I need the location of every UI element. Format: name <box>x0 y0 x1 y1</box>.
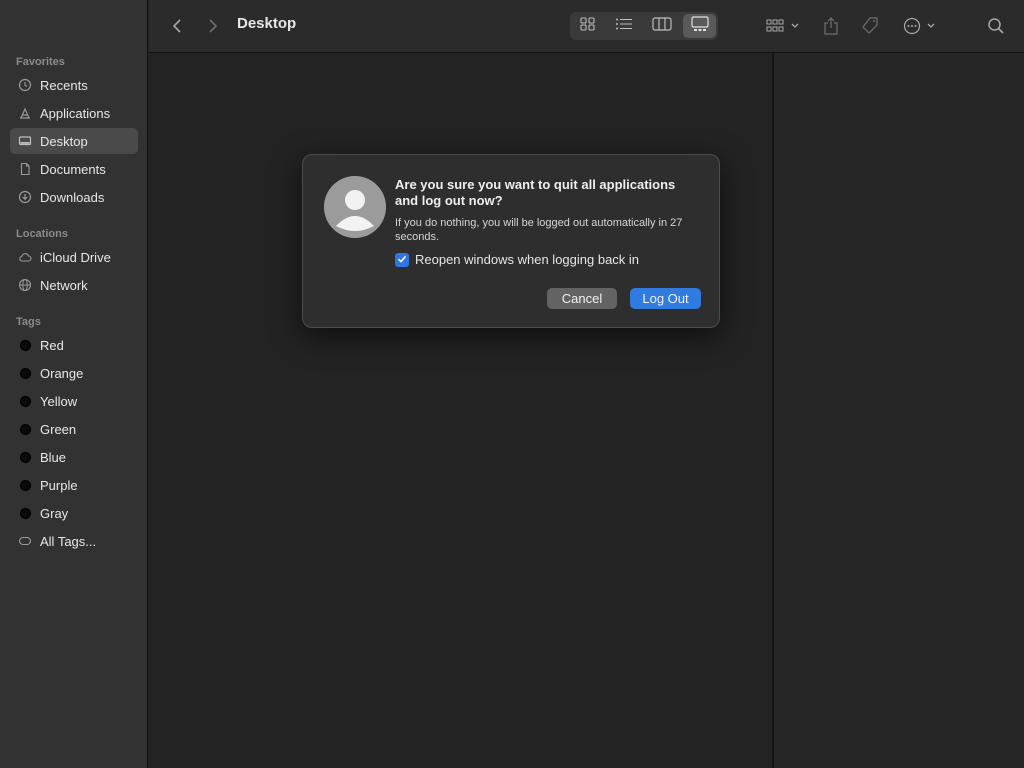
window-title: Desktop <box>237 15 297 32</box>
checkmark-icon <box>397 252 407 267</box>
search-button[interactable] <box>985 12 1007 40</box>
sidebar-item-label: Green <box>40 421 77 437</box>
tag-dot-icon <box>18 478 32 492</box>
view-mode-group <box>570 12 718 40</box>
sidebar-item-tag-red[interactable]: Red <box>10 332 138 358</box>
sidebar-item-label: Documents <box>40 161 106 177</box>
sidebar-item-downloads[interactable]: Downloads <box>10 184 138 210</box>
share-button[interactable] <box>819 12 843 40</box>
globe-icon <box>18 278 32 292</box>
sidebar-item-tag-yellow[interactable]: Yellow <box>10 388 138 414</box>
sidebar-item-all-tags[interactable]: All Tags... <box>10 528 138 554</box>
sidebar-item-label: Yellow <box>40 393 78 409</box>
clock-icon <box>18 78 32 92</box>
column-view-button[interactable] <box>644 12 680 40</box>
dialog-message: If you do nothing, you will be logged ou… <box>395 217 683 243</box>
tag-dot-icon <box>18 450 32 464</box>
chevron-right-icon <box>208 18 218 34</box>
sidebar-item-label: Network <box>40 277 88 293</box>
checkbox-label: Reopen windows when logging back in <box>415 252 640 267</box>
cloud-icon <box>18 250 32 264</box>
tag-dot-icon <box>18 394 32 408</box>
share-icon <box>823 16 839 36</box>
sidebar: Favorites Recents Applications Desktop D… <box>0 0 148 768</box>
group-by-button[interactable] <box>763 12 803 40</box>
tag-dot-icon <box>18 366 32 380</box>
sidebar-item-label: Purple <box>40 477 78 493</box>
sidebar-item-applications[interactable]: Applications <box>10 100 138 126</box>
sidebar-item-tag-blue[interactable]: Blue <box>10 444 138 470</box>
tag-button[interactable] <box>858 12 882 40</box>
sidebar-item-label: Blue <box>40 449 67 465</box>
columns-icon <box>652 16 672 36</box>
sidebar-section-tags: Tags <box>16 316 41 328</box>
sidebar-item-label: Red <box>40 337 64 353</box>
sidebar-item-network[interactable]: Network <box>10 272 138 298</box>
sidebar-item-label: Gray <box>40 505 69 521</box>
forward-button[interactable] <box>203 12 223 40</box>
tag-dot-icon <box>18 422 32 436</box>
sidebar-item-label: All Tags... <box>40 533 97 549</box>
reopen-windows-checkbox[interactable] <box>395 252 409 267</box>
sidebar-item-desktop[interactable]: Desktop <box>10 128 138 154</box>
more-icon <box>902 17 938 35</box>
sidebar-item-tag-orange[interactable]: Orange <box>10 360 138 386</box>
sidebar-item-label: Downloads <box>40 189 105 205</box>
tag-icon <box>860 16 880 36</box>
reopen-windows-option[interactable]: Reopen windows when logging back in <box>395 252 639 267</box>
grid-icon <box>580 16 596 36</box>
sidebar-item-icloud-drive[interactable]: iCloud Drive <box>10 244 138 270</box>
applications-icon <box>18 106 32 120</box>
action-menu-button[interactable] <box>901 12 939 40</box>
sidebar-item-label: Desktop <box>40 133 88 149</box>
tag-dot-icon <box>18 506 32 520</box>
desktop-icon <box>18 134 32 148</box>
download-icon <box>18 190 32 204</box>
search-icon <box>987 17 1005 35</box>
list-view-button[interactable] <box>606 12 642 40</box>
gallery-icon <box>690 15 709 37</box>
chevron-left-icon <box>172 18 182 34</box>
log-out-button[interactable]: Log Out <box>630 288 701 309</box>
sidebar-item-label: Recents <box>40 77 88 93</box>
preview-pane <box>774 53 1024 768</box>
logout-dialog: Are you sure you want to quit all applic… <box>302 154 720 328</box>
sidebar-item-tag-purple[interactable]: Purple <box>10 472 138 498</box>
gallery-view-button[interactable] <box>683 14 716 38</box>
sidebar-item-documents[interactable]: Documents <box>10 156 138 182</box>
sidebar-item-label: iCloud Drive <box>40 249 111 265</box>
sidebar-item-label: Applications <box>40 105 111 121</box>
group-grid-icon <box>765 18 801 34</box>
back-button[interactable] <box>167 12 187 40</box>
icon-view-button[interactable] <box>570 12 606 40</box>
user-avatar-icon <box>324 176 386 238</box>
document-icon <box>18 162 32 176</box>
cancel-button[interactable]: Cancel <box>547 288 617 309</box>
sidebar-section-locations: Locations <box>16 228 68 240</box>
list-icon <box>615 17 633 36</box>
toolbar: Desktop <box>149 0 1024 53</box>
sidebar-item-tag-gray[interactable]: Gray <box>10 500 138 526</box>
sidebar-item-tag-green[interactable]: Green <box>10 416 138 442</box>
dialog-title: Are you sure you want to quit all applic… <box>395 177 676 208</box>
sidebar-section-favorites: Favorites <box>16 56 65 68</box>
all-tags-icon <box>18 534 32 548</box>
sidebar-item-label: Orange <box>40 365 84 381</box>
sidebar-item-recents[interactable]: Recents <box>10 72 138 98</box>
tag-dot-icon <box>18 338 32 352</box>
